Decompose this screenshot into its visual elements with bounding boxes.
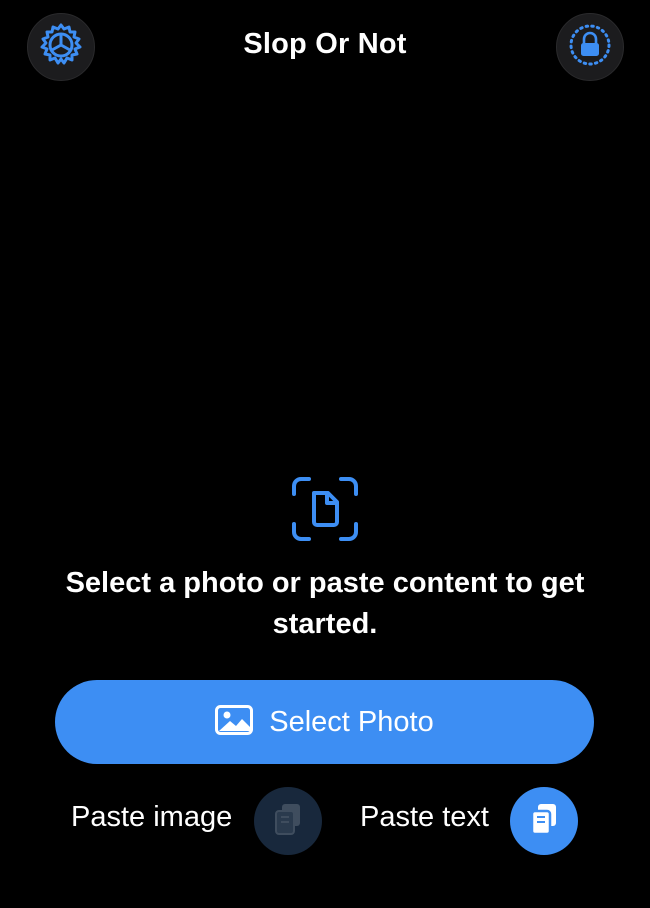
paste-text-label: Paste text (360, 801, 489, 833)
document-scan-icon (290, 476, 360, 542)
select-photo-label: Select Photo (269, 705, 434, 738)
lock-icon (567, 22, 613, 73)
paste-icon (529, 802, 559, 841)
paste-image-button[interactable] (254, 787, 322, 855)
app-title: Slop Or Not (243, 28, 407, 60)
get-started-prompt: Select a photo or paste content to get s… (65, 567, 585, 640)
paste-text-button[interactable] (510, 787, 578, 855)
privacy-lock-button[interactable] (556, 13, 624, 81)
select-photo-button[interactable]: Select Photo (55, 680, 594, 764)
photo-icon (215, 704, 254, 740)
paste-icon (273, 802, 303, 841)
paste-image-label: Paste image (71, 801, 233, 833)
